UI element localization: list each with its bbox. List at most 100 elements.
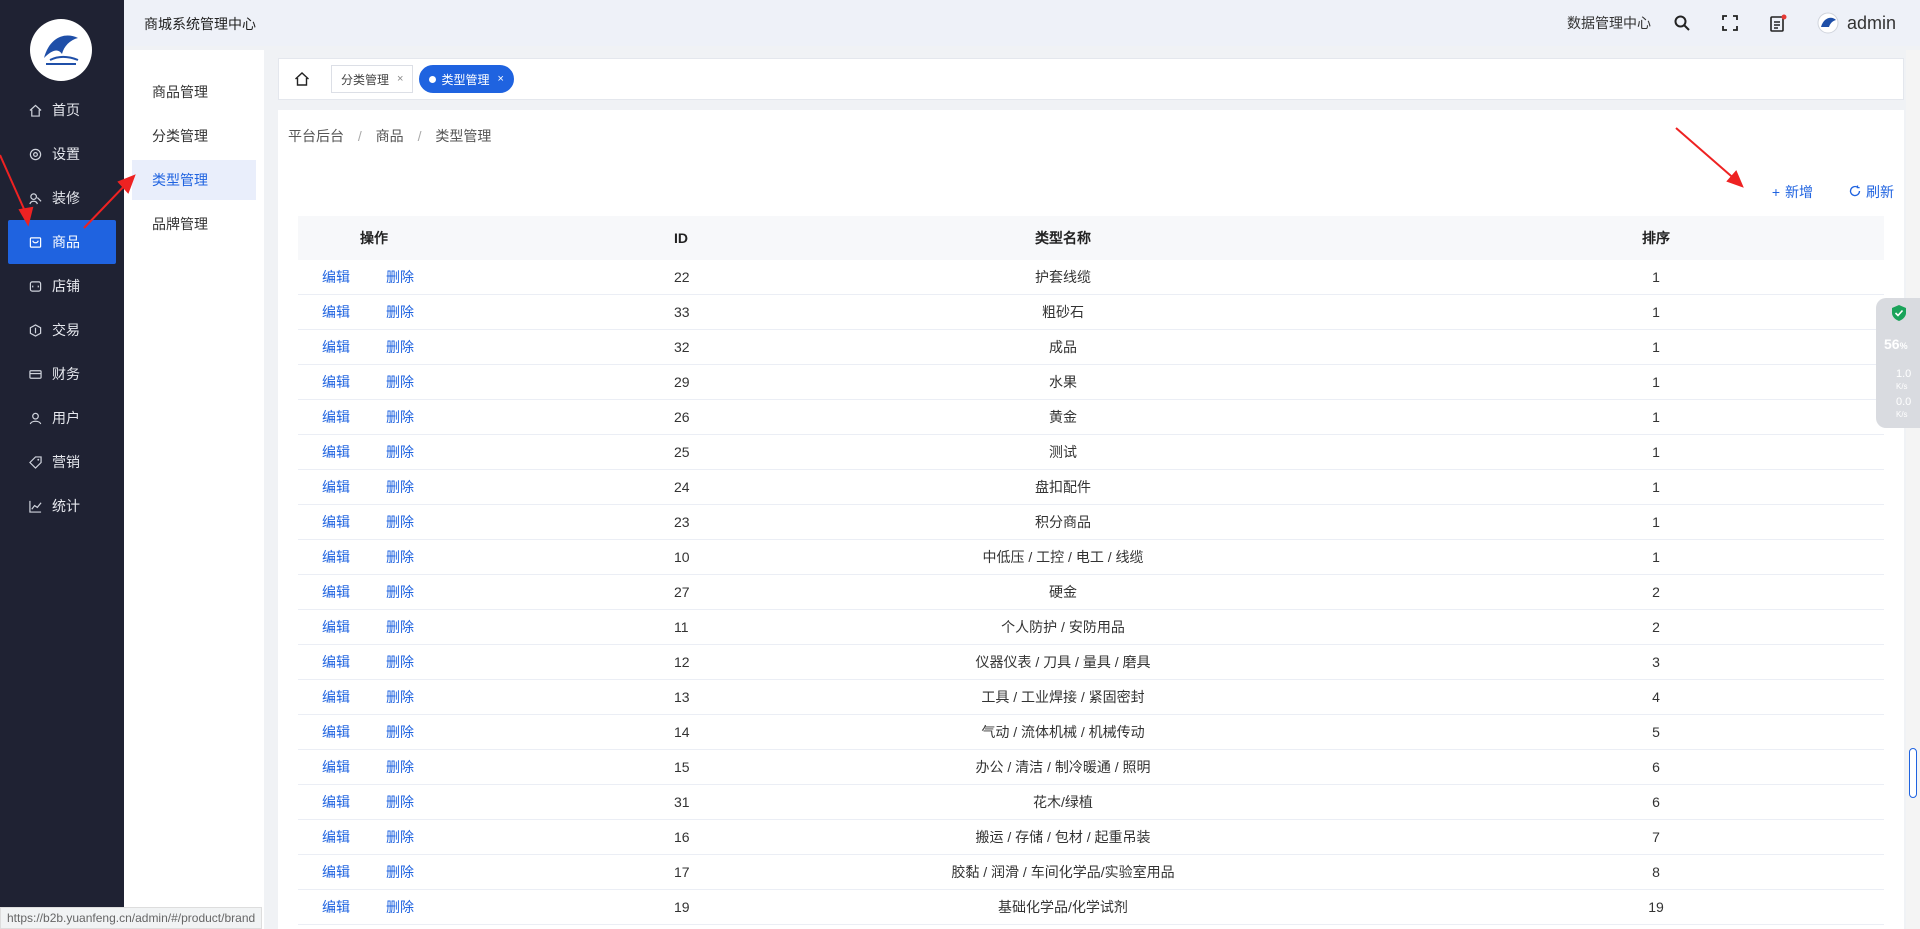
edit-link[interactable]: 编辑 xyxy=(322,792,350,812)
edit-link[interactable]: 编辑 xyxy=(322,267,350,287)
sidebar-item-home[interactable]: 首页 xyxy=(0,88,124,132)
submenu-item-brand-manage[interactable]: 品牌管理 xyxy=(132,204,256,244)
edit-link[interactable]: 编辑 xyxy=(322,827,350,847)
edit-link[interactable]: 编辑 xyxy=(322,477,350,497)
cell-id: 13 xyxy=(674,689,690,705)
sidebar-item-settings[interactable]: 设置 xyxy=(0,132,124,176)
submenu-item-goods-manage[interactable]: 商品管理 xyxy=(132,72,256,112)
breadcrumb-item[interactable]: 商品 xyxy=(376,128,404,144)
edit-link[interactable]: 编辑 xyxy=(322,512,350,532)
sidebar-item-store[interactable]: 店铺 xyxy=(0,264,124,308)
notice-icon[interactable] xyxy=(1769,14,1787,32)
edit-link[interactable]: 编辑 xyxy=(322,862,350,882)
delete-link[interactable]: 删除 xyxy=(386,337,414,357)
submenu-item-category-manage[interactable]: 分类管理 xyxy=(132,116,256,156)
delete-link[interactable]: 删除 xyxy=(386,757,414,777)
submenu-item-type-manage[interactable]: 类型管理 xyxy=(132,160,256,200)
refresh-button[interactable]: 刷新 xyxy=(1849,182,1894,202)
cell-type-name: 基础化学品/化学试剂 xyxy=(998,899,1128,915)
breadcrumb-separator: / xyxy=(357,128,362,144)
sidebar-item-label: 首页 xyxy=(52,102,80,118)
edit-link[interactable]: 编辑 xyxy=(322,652,350,672)
logo-icon xyxy=(44,35,79,65)
delete-link[interactable]: 删除 xyxy=(386,792,414,812)
column-header-op: 操作 xyxy=(360,230,388,246)
tabs-bar: 分类管理 × 类型管理 × xyxy=(278,58,1904,100)
delete-link[interactable]: 删除 xyxy=(386,302,414,322)
delete-link[interactable]: 删除 xyxy=(386,862,414,882)
row-actions: 编辑 删除 xyxy=(298,582,438,602)
cell-sort: 2 xyxy=(1652,619,1660,635)
table-row: 编辑 删除 17 胶黏 / 润滑 / 车间化学品/实验室用品 8 xyxy=(298,855,1884,890)
delete-link[interactable]: 删除 xyxy=(386,582,414,602)
delete-link[interactable]: 删除 xyxy=(386,652,414,672)
page-scrollbar[interactable] xyxy=(1906,50,1920,929)
edit-link[interactable]: 编辑 xyxy=(322,372,350,392)
row-actions: 编辑 删除 xyxy=(298,407,438,427)
edit-link[interactable]: 编辑 xyxy=(322,302,350,322)
edit-link[interactable]: 编辑 xyxy=(322,582,350,602)
cell-type-name: 办公 / 清洁 / 制冷暖通 / 照明 xyxy=(975,759,1151,775)
edit-link[interactable]: 编辑 xyxy=(322,722,350,742)
delete-link[interactable]: 删除 xyxy=(386,617,414,637)
table-row: 编辑 删除 26 黄金 1 xyxy=(298,400,1884,435)
home-tab-icon[interactable] xyxy=(291,68,313,90)
delete-link[interactable]: 删除 xyxy=(386,407,414,427)
tab-close-icon[interactable]: × xyxy=(397,73,403,85)
edit-link[interactable]: 编辑 xyxy=(322,757,350,777)
delete-link[interactable]: 删除 xyxy=(386,722,414,742)
cell-sort: 1 xyxy=(1652,339,1660,355)
tab-type-manage[interactable]: 类型管理 × xyxy=(419,65,514,93)
sidebar-item-decorate[interactable]: 装修 xyxy=(0,176,124,220)
main-panel: 平台后台 / 商品 / 类型管理 + 新增 刷新 操作 ID 类型名称 排序 编… xyxy=(278,110,1904,929)
delete-link[interactable]: 删除 xyxy=(386,477,414,497)
sidebar-item-user[interactable]: 用户 xyxy=(0,396,124,440)
sidebar-item-trade[interactable]: 交易 xyxy=(0,308,124,352)
cell-id: 19 xyxy=(674,899,690,915)
tab-category-manage[interactable]: 分类管理 × xyxy=(331,65,414,93)
sidebar-item-goods[interactable]: 商品 xyxy=(8,220,116,264)
cell-id: 24 xyxy=(674,479,690,495)
delete-link[interactable]: 删除 xyxy=(386,372,414,392)
scrollbar-thumb[interactable] xyxy=(1909,748,1917,798)
network-monitor-widget[interactable]: 56% 1.0 K/s 0.0 K/s xyxy=(1876,298,1920,428)
sidebar-item-marketing[interactable]: 营销 xyxy=(0,440,124,484)
edit-link[interactable]: 编辑 xyxy=(322,897,350,917)
data-center-link[interactable]: 数据管理中心 xyxy=(1567,13,1651,33)
delete-link[interactable]: 删除 xyxy=(386,547,414,567)
delete-link[interactable]: 删除 xyxy=(386,827,414,847)
sidebar-item-stats[interactable]: 统计 xyxy=(0,484,124,528)
edit-link[interactable]: 编辑 xyxy=(322,687,350,707)
active-dot-icon xyxy=(429,75,437,83)
breadcrumb-item[interactable]: 平台后台 xyxy=(288,128,344,144)
delete-link[interactable]: 删除 xyxy=(386,512,414,532)
add-button[interactable]: + 新增 xyxy=(1772,182,1813,202)
fullscreen-icon[interactable] xyxy=(1721,14,1739,32)
delete-link[interactable]: 删除 xyxy=(386,442,414,462)
sidebar-item-finance[interactable]: 财务 xyxy=(0,352,124,396)
edit-link[interactable]: 编辑 xyxy=(322,547,350,567)
edit-link[interactable]: 编辑 xyxy=(322,407,350,427)
system-title: 商城系统管理中心 xyxy=(144,16,256,32)
tab-label: 分类管理 xyxy=(341,72,390,87)
search-icon[interactable] xyxy=(1673,14,1691,32)
edit-link[interactable]: 编辑 xyxy=(322,337,350,357)
cell-id: 17 xyxy=(674,864,690,880)
avatar-icon[interactable] xyxy=(1817,12,1839,34)
edit-link[interactable]: 编辑 xyxy=(322,442,350,462)
cell-type-name: 成品 xyxy=(1049,339,1077,355)
brand-logo[interactable] xyxy=(30,19,92,81)
refresh-button-label: 刷新 xyxy=(1866,184,1894,200)
user-name[interactable]: admin xyxy=(1847,13,1896,34)
trade-icon xyxy=(28,323,42,337)
table-row: 编辑 删除 11 个人防护 / 安防用品 2 xyxy=(298,610,1884,645)
delete-link[interactable]: 删除 xyxy=(386,687,414,707)
cell-id: 27 xyxy=(674,584,690,600)
tab-close-icon[interactable]: × xyxy=(497,73,503,85)
breadcrumb-item-current: 类型管理 xyxy=(435,128,492,144)
delete-link[interactable]: 删除 xyxy=(386,897,414,917)
speed-unit: K/s xyxy=(1896,410,1908,419)
delete-link[interactable]: 删除 xyxy=(386,267,414,287)
cell-type-name: 硬金 xyxy=(1049,584,1077,600)
edit-link[interactable]: 编辑 xyxy=(322,617,350,637)
